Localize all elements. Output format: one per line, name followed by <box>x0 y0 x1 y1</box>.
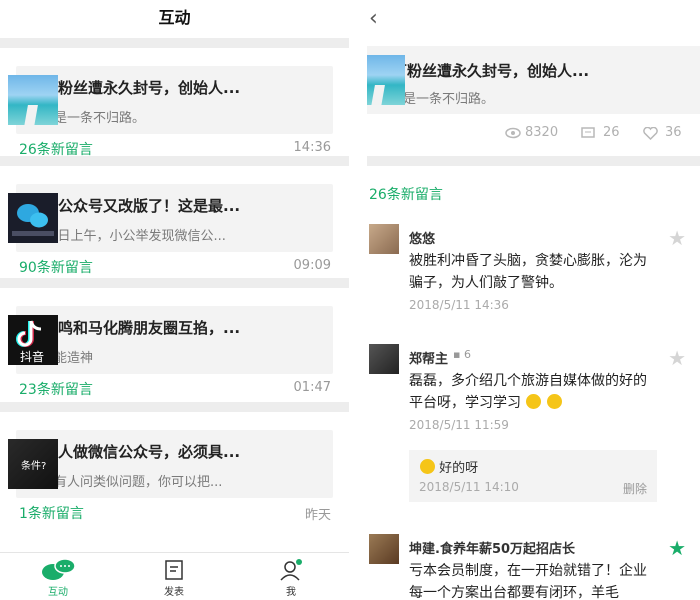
page-title: 互动 <box>158 8 191 27</box>
timestamp: 09:09 <box>293 258 331 273</box>
timestamp: 14:36 <box>293 140 331 155</box>
timestamp: 昨天 <box>304 508 331 523</box>
smile-emoji-icon <box>420 459 435 474</box>
article-item[interactable]: 微信公众号又改版了！这是最... 5月8日上午，小公举发现微信公... 90条新… <box>0 166 349 278</box>
comment-item: 悠悠 被胜利冲昏了头脑，贪婪心膨胀，沦为骗子，为人们敲了警钟。 2018/5/1… <box>367 224 700 324</box>
commenter-name: 悠悠 <box>409 232 436 247</box>
star-icon[interactable]: ★ <box>668 346 686 370</box>
avatar[interactable] <box>369 224 399 254</box>
new-comment-count[interactable]: 1条新留言 <box>19 503 84 523</box>
article-title: 普通人做微信公众号，必须具... <box>28 443 241 461</box>
reply-time: 2018/5/11 14:10 <box>419 480 519 494</box>
bottom-tab-bar: 互动 发表 我 <box>0 552 349 600</box>
new-comment-count[interactable]: 23条新留言 <box>19 379 93 399</box>
article-title: 百万粉丝遭永久封号，创始人... <box>28 79 241 97</box>
avatar[interactable] <box>369 534 399 564</box>
reply-text: 好的呀 <box>439 461 479 476</box>
comment-time: 2018/5/11 14:36 <box>409 298 509 312</box>
article-stats: 8320 26 36 <box>367 124 700 148</box>
article-thumbnail <box>8 75 58 125</box>
article-card[interactable]: 普通人做微信公众号，必须具... 以后有人问类似问题，你可以把... 条件? <box>8 430 333 498</box>
article-thumbnail: 条件? <box>8 439 58 489</box>
article-desc: 以后有人问类似问题，你可以把... <box>28 475 223 490</box>
article-card[interactable]: 百万粉丝遭永久封号，创始人... 创业是一条不归路。 <box>367 46 700 114</box>
tab-label: 我 <box>286 587 296 598</box>
comment-time: 2018/5/11 11:59 <box>409 418 509 432</box>
thumbnail-caption: 抖音 <box>20 350 45 364</box>
comment-item: 坤建.食养年薪50万起招店长 亏本会员制度，在一开始就错了！企业每一个方案出台都… <box>367 534 700 600</box>
new-comment-count: 26条新留言 <box>369 187 443 203</box>
author-reply: 好的呀 2018/5/11 14:10 删除 <box>409 450 657 502</box>
grin-emoji-icon <box>546 394 562 409</box>
chat-bubbles-icon <box>42 558 76 580</box>
tab-label: 互动 <box>48 587 68 598</box>
comment-item: 郑帮主 ▪ 6 磊磊，多介绍几个旅游自媒体做的好的平台呀，学习学习 2018/5… <box>367 344 700 514</box>
view-count: 8320 <box>525 125 559 140</box>
article-item[interactable]: 张一鸣和马化腾朋友圈互掐，... 抖音能造神 抖音 23条新留言 01:47 <box>0 288 349 402</box>
comment-icon <box>581 127 595 144</box>
tab-label: 发表 <box>164 587 184 598</box>
comment-count: 26 <box>603 125 620 140</box>
tab-me[interactable]: 我 <box>261 559 321 598</box>
commenter-name: 坤建.食养年薪50万起招店长 <box>409 542 576 557</box>
reply-count-icon: ▪ <box>453 348 461 361</box>
delete-reply-button[interactable]: 删除 <box>623 480 647 497</box>
article-card[interactable]: 微信公众号又改版了！这是最... 5月8日上午，小公举发现微信公... <box>8 184 333 252</box>
tab-interaction[interactable]: 互动 <box>28 558 88 598</box>
article-thumbnail: 抖音 <box>8 315 58 365</box>
article-item[interactable]: 普通人做微信公众号，必须具... 以后有人问类似问题，你可以把... 条件? 1… <box>0 412 349 532</box>
timestamp: 01:47 <box>293 380 331 395</box>
grin-emoji-icon <box>526 394 542 409</box>
comment-detail-panel: ‹ 百万粉丝遭永久封号，创始人... 创业是一条不归路。 8320 26 36 … <box>367 0 700 600</box>
article-desc: 5月8日上午，小公举发现微信公... <box>28 229 226 244</box>
article-desc: 创业是一条不归路。 <box>28 111 146 126</box>
article-item[interactable]: 百万粉丝遭永久封号，创始人... 创业是一条不归路。 26条新留言 14:36 <box>0 48 349 159</box>
person-icon <box>280 559 302 581</box>
tiktok-logo-icon <box>16 320 42 347</box>
article-title: 百万粉丝遭永久封号，创始人... <box>377 62 590 80</box>
interaction-list-panel: 互动 百万粉丝遭永久封号，创始人... 创业是一条不归路。 26条新留言 14:… <box>0 0 349 600</box>
commenter-name: 郑帮主 <box>409 352 449 367</box>
star-icon[interactable]: ★ <box>668 536 686 560</box>
tab-publish[interactable]: 发表 <box>144 559 204 598</box>
new-comment-count[interactable]: 26条新留言 <box>19 139 93 159</box>
new-comment-count[interactable]: 90条新留言 <box>19 257 93 277</box>
article-desc: 抖音能造神 <box>28 351 94 366</box>
like-count: 36 <box>665 125 682 140</box>
reply-count: 6 <box>463 348 471 361</box>
comment-text: 被胜利冲昏了头脑，贪婪心膨胀，沦为骗子，为人们敲了警钟。 <box>409 253 647 291</box>
article-thumbnail <box>8 193 58 243</box>
document-icon <box>165 560 183 580</box>
article-title: 微信公众号又改版了！这是最... <box>28 197 241 215</box>
article-title: 张一鸣和马化腾朋友圈互掐，... <box>28 319 241 337</box>
eye-icon <box>505 127 521 143</box>
avatar[interactable] <box>369 344 399 374</box>
wechat-logo-icon <box>12 204 54 236</box>
reply-badge[interactable]: ▪ 6 <box>453 348 471 361</box>
article-thumbnail <box>367 55 405 105</box>
article-card[interactable]: 张一鸣和马化腾朋友圈互掐，... 抖音能造神 抖音 <box>8 306 333 374</box>
article-card[interactable]: 百万粉丝遭永久封号，创始人... 创业是一条不归路。 <box>8 66 333 134</box>
heart-icon <box>643 126 658 144</box>
notification-dot <box>296 559 302 565</box>
thumbnail-caption: 条件? <box>21 461 47 472</box>
star-icon[interactable]: ★ <box>668 226 686 250</box>
back-chevron-icon[interactable]: ‹ <box>369 6 378 31</box>
comment-text: 亏本会员制度，在一开始就错了！企业每一个方案出台都要有闭环，羊毛 <box>409 563 647 600</box>
